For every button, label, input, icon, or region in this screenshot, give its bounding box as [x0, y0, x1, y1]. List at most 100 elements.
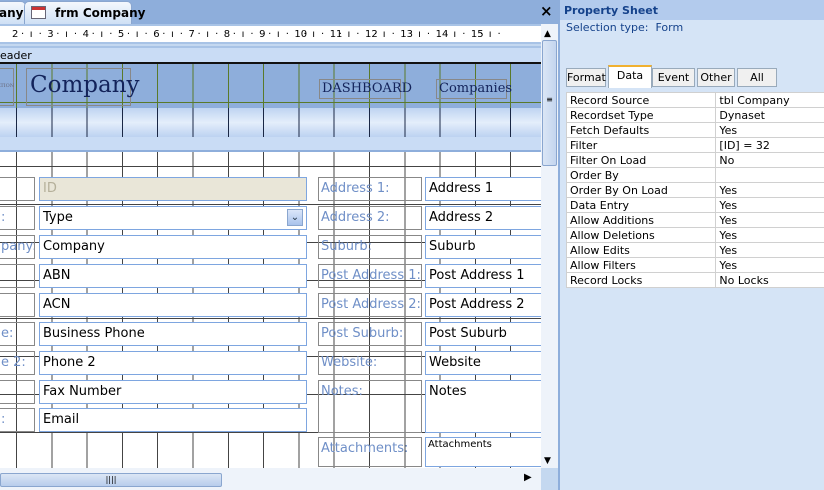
property-row[interactable]: Order By On Load Yes — [565, 182, 824, 198]
ruler-mark: ı — [453, 29, 457, 40]
field-label[interactable]: Address 1: — [318, 177, 422, 201]
field-label[interactable] — [0, 264, 35, 288]
property-value[interactable]: Yes — [715, 242, 824, 258]
field-address-2-textbox[interactable]: Address 2 — [425, 206, 545, 230]
field-post-suburb-textbox[interactable]: Post Suburb — [425, 322, 545, 346]
property-value[interactable]: Yes — [715, 197, 824, 213]
field-abn-textbox[interactable]: ABN — [39, 264, 307, 288]
property-row[interactable]: Allow Deletions Yes — [565, 227, 824, 243]
property-sheet-panel: Property Sheet Selection type: Form Form… — [558, 0, 824, 490]
property-tab-format[interactable]: Format — [566, 68, 606, 87]
scroll-up-icon[interactable]: ▲ — [544, 29, 551, 39]
horizontal-scroll-thumb[interactable]: |||| — [0, 473, 222, 487]
field-suburb-textbox[interactable]: Suburb — [425, 235, 545, 259]
property-name: Record Source — [565, 92, 717, 108]
property-tab-other[interactable]: Other — [697, 68, 735, 87]
property-row[interactable]: Allow Additions Yes — [565, 212, 824, 228]
companies-button[interactable]: Companies — [436, 79, 512, 99]
field-label[interactable]: Post Suburb: — [318, 322, 422, 346]
form-header-section[interactable]: ATION Company DASHBOARD Companies — [0, 64, 541, 108]
field-fax-number-textbox[interactable]: Fax Number — [39, 380, 307, 404]
field-phone-2-textbox[interactable]: Phone 2 — [39, 351, 307, 375]
property-tab-all[interactable]: All — [737, 68, 777, 87]
field-notes-textbox[interactable]: Notes — [425, 380, 545, 433]
vertical-scrollbar[interactable]: ▲ ≡ ▼ — [541, 24, 558, 468]
property-row[interactable]: Data Entry Yes — [565, 197, 824, 213]
logo-image[interactable]: ATION — [0, 68, 14, 106]
ruler-mark: · — [321, 29, 325, 40]
field-acn-textbox[interactable]: ACN — [39, 293, 307, 317]
field-attachments-textbox[interactable]: Attachments — [425, 437, 545, 467]
scroll-down-icon[interactable]: ▼ — [544, 456, 551, 466]
property-tab-event[interactable]: Event — [652, 68, 695, 87]
ruler-mark: · — [303, 29, 307, 40]
form-title-label[interactable]: Company — [26, 68, 140, 106]
vertical-scroll-thumb[interactable]: ≡ — [542, 40, 557, 166]
property-value[interactable]: Dynaset — [715, 107, 824, 123]
property-value[interactable]: Yes — [715, 182, 824, 198]
property-row[interactable]: Allow Filters Yes — [565, 257, 824, 273]
property-value[interactable]: tbl Company — [715, 92, 824, 108]
field-label[interactable]: Post Address 1: — [318, 264, 422, 288]
property-name: Filter — [565, 137, 717, 153]
close-icon[interactable]: × — [540, 2, 553, 20]
field-email-textbox[interactable]: Email — [39, 408, 307, 432]
property-row[interactable]: Allow Edits Yes — [565, 242, 824, 258]
property-row[interactable]: Filter [ID] = 32 — [565, 137, 824, 153]
property-value[interactable]: Yes — [715, 227, 824, 243]
field-website-textbox[interactable]: Website — [425, 351, 545, 375]
field-label[interactable]: Attachments: — [318, 437, 422, 467]
field-id-textbox[interactable]: ID — [39, 177, 307, 201]
ruler-mark: ı — [65, 29, 68, 40]
field-business-phone-textbox[interactable]: Business Phone — [39, 322, 307, 346]
property-value[interactable]: No Locks — [715, 272, 824, 288]
ruler-mark: ı — [135, 29, 139, 40]
field-label[interactable]: Address 2: — [318, 206, 422, 230]
property-row[interactable]: Order By — [565, 167, 824, 183]
form-header-bar[interactable]: eader — [0, 46, 541, 64]
field-post-address-1-textbox[interactable]: Post Address 1 — [425, 264, 545, 288]
ruler-mark: · — [444, 29, 448, 40]
tab-frm-company[interactable]: frm Company — [24, 1, 145, 24]
property-value[interactable]: No — [715, 152, 824, 168]
field-company-textbox[interactable]: Company — [39, 235, 307, 259]
property-row[interactable]: Filter On Load No — [565, 152, 824, 168]
property-value[interactable]: Yes — [715, 212, 824, 228]
field-label[interactable]: Post Address 2: — [318, 293, 422, 317]
property-name: Recordset Type — [565, 107, 717, 123]
field-label[interactable]: pany: — [0, 235, 35, 259]
field-label[interactable]: e 2: — [0, 351, 35, 375]
property-row[interactable]: Recordset Type Dynaset — [565, 107, 824, 123]
ruler-mark: · — [479, 29, 484, 40]
field-label[interactable]: : — [0, 206, 35, 230]
field-label[interactable] — [0, 380, 35, 404]
tab-previous-document[interactable]: any — [0, 1, 26, 24]
property-row[interactable]: Record Source tbl Company — [565, 92, 824, 108]
property-row[interactable]: Fetch Defaults Yes — [565, 122, 824, 138]
detail-section-bar[interactable] — [0, 137, 541, 152]
field-label[interactable] — [0, 177, 35, 201]
scroll-right-icon[interactable]: ▶ — [524, 472, 532, 483]
field-post-address-2-textbox[interactable]: Post Address 2 — [425, 293, 545, 317]
property-value[interactable] — [715, 167, 824, 183]
ruler-mark: ı — [100, 29, 104, 40]
dropdown-chevron-icon[interactable]: ⌄ — [287, 209, 303, 226]
property-row[interactable]: Record Locks No Locks — [565, 272, 824, 288]
dashboard-button[interactable]: DASHBOARD — [319, 79, 412, 99]
property-name: Allow Filters — [565, 257, 717, 273]
ruler-tick-label: 6 — [153, 29, 160, 40]
ruler-tick-label: 7 — [188, 29, 195, 40]
field-label[interactable]: Website: — [318, 351, 422, 375]
field-label[interactable] — [0, 293, 35, 317]
field-address-1-textbox[interactable]: Address 1 — [425, 177, 545, 201]
property-value[interactable]: [ID] = 32 — [715, 137, 824, 153]
property-value[interactable]: Yes — [715, 122, 824, 138]
field-type-textbox[interactable]: Type — [39, 206, 307, 230]
field-label[interactable]: : — [0, 408, 35, 432]
property-value[interactable]: Yes — [715, 257, 824, 273]
horizontal-scrollbar[interactable]: |||| ▶ — [0, 468, 541, 490]
field-label[interactable]: Suburb: — [318, 235, 422, 259]
property-tab-data[interactable]: Data — [608, 65, 652, 88]
field-label[interactable]: e: — [0, 322, 35, 346]
field-label[interactable]: Notes: — [318, 380, 422, 433]
